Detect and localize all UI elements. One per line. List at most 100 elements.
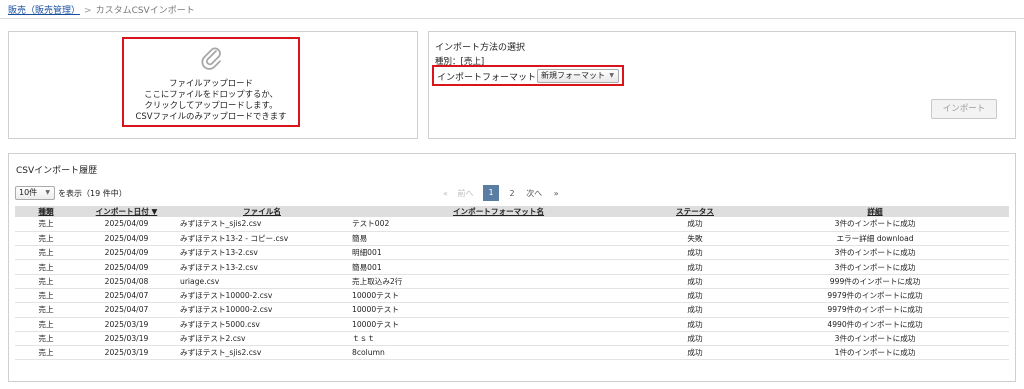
- cell-status: 成功: [649, 317, 741, 332]
- cell-date: 2025/04/07: [77, 302, 176, 318]
- cell-detail: 3件のインポートに成功: [741, 245, 1009, 261]
- import-method-title: インポート方法の選択: [435, 43, 526, 53]
- cell-date: 2025/04/09: [77, 231, 176, 247]
- cell-type: 売上: [15, 245, 77, 261]
- import-history-panel: CSVインポート履歴 10件 ▼ を表示（19 件中） « 前へ 1 2 次へ » …: [8, 153, 1016, 382]
- cell-filename: みずほテスト_sjis2.csv: [176, 217, 348, 232]
- cell-date: 2025/03/19: [77, 317, 176, 332]
- cell-format: 簡易001: [348, 259, 649, 275]
- cell-date: 2025/04/09: [77, 245, 176, 261]
- cell-format: 明細001: [348, 245, 649, 261]
- format-selector-group: インポートフォーマット： 新規フォーマット ▼: [432, 65, 624, 86]
- table-row: 売上 2025/04/07 みずほテスト10000-2.csv 10000テスト 成功 9…: [15, 288, 1009, 304]
- cell-format: 売上取込み2行: [348, 274, 649, 289]
- pager-page-1[interactable]: 1: [483, 185, 499, 201]
- paperclip-icon: [201, 47, 221, 70]
- cell-detail: 3件のインポートに成功: [741, 259, 1009, 275]
- dropdown-caret-icon: ▼: [45, 189, 50, 196]
- import-button[interactable]: インポート: [931, 99, 997, 119]
- cell-filename: みずほテスト2.csv: [176, 331, 348, 347]
- table-row: 売上 2025/04/09 みずほテスト13-2 - コピー.csv 簡易 失敗 エラー詳…: [15, 231, 1009, 247]
- cell-status: 成功: [649, 274, 741, 289]
- cell-format: 10000テスト: [348, 317, 649, 332]
- cell-status: 成功: [649, 331, 741, 347]
- cell-type: 売上: [15, 274, 77, 289]
- dropdown-caret-icon: ▼: [609, 72, 614, 79]
- cell-detail: 9979件のインポートに成功: [741, 288, 1009, 304]
- cell-filename: みずほテスト10000-2.csv: [176, 302, 348, 318]
- cell-status: 成功: [649, 217, 741, 232]
- table-row: 売上 2025/03/19 みずほテスト5000.csv 10000テスト 成功 4990…: [15, 317, 1009, 332]
- cell-type: 売上: [15, 302, 77, 318]
- cell-detail: 4990件のインポートに成功: [741, 317, 1009, 332]
- pager-prev: 前へ: [457, 188, 474, 198]
- breadcrumb-current: カスタムCSVインポート: [95, 6, 195, 16]
- cell-status: 失敗: [649, 231, 741, 247]
- table-row: 売上 2025/04/09 みずほテスト13-2.csv 明細001 成功 3件のインポー…: [15, 245, 1009, 261]
- cell-filename: みずほテスト_sjis2.csv: [176, 345, 348, 361]
- breadcrumb: 販売（販売管理） > カスタムCSVインポート: [8, 3, 195, 16]
- format-select[interactable]: 新規フォーマット ▼: [537, 69, 619, 83]
- cell-detail[interactable]: エラー詳細 download: [741, 231, 1009, 247]
- cell-type: 売上: [15, 217, 77, 232]
- upload-panel: ファイルアップロード ここにファイルをドロップするか、 クリックしてアップロード…: [8, 31, 418, 139]
- column-header-status[interactable]: ステータス: [649, 206, 741, 217]
- cell-format: 8column: [348, 345, 649, 361]
- column-header-format[interactable]: インポートフォーマット名: [348, 206, 649, 217]
- import-method-panel: インポート方法の選択 種別：[売上] インポートフォーマット： 新規フォーマット…: [428, 31, 1016, 139]
- table-row: 売上 2025/03/19 みずほテスト_sjis2.csv 8column 成功 1件の…: [15, 345, 1009, 361]
- breadcrumb-root-link[interactable]: 販売（販売管理）: [8, 6, 80, 16]
- cell-filename: みずほテスト13-2.csv: [176, 259, 348, 275]
- table-row: 売上 2025/04/07 みずほテスト10000-2.csv 10000テスト 成功 9…: [15, 302, 1009, 318]
- pager-next[interactable]: 次へ: [526, 188, 542, 199]
- column-header-detail[interactable]: 詳細: [741, 206, 1009, 217]
- table-row: 売上 2025/03/19 みずほテスト2.csv ｔｓｔ 成功 3件のインポートに成功: [15, 331, 1009, 347]
- cell-detail: 3件のインポートに成功: [741, 217, 1009, 232]
- table-row: 売上 2025/04/08 uriage.csv 売上取込み2行 成功 999件のインポー…: [15, 274, 1009, 289]
- cell-type: 売上: [15, 331, 77, 347]
- cell-detail: 9979件のインポートに成功: [741, 302, 1009, 318]
- pager-first: «: [443, 188, 448, 198]
- per-page-select[interactable]: 10件 ▼: [15, 186, 55, 200]
- cell-type: 売上: [15, 231, 77, 247]
- cell-format: テスト002: [348, 217, 649, 232]
- history-table: 種類 インポート日付 ▼ ファイル名 インポートフォーマット名 ステータス 詳細…: [15, 206, 1009, 361]
- pager-page-2[interactable]: 2: [510, 189, 515, 198]
- pagination: « 前へ 1 2 次へ »: [443, 185, 568, 201]
- cell-detail: 3件のインポートに成功: [741, 331, 1009, 347]
- cell-status: 成功: [649, 259, 741, 275]
- cell-filename: みずほテスト13-2 - コピー.csv: [176, 231, 348, 247]
- table-row: 売上 2025/04/09 みずほテスト_sjis2.csv テスト002 成功 3件のイ…: [15, 217, 1009, 232]
- cell-status: 成功: [649, 245, 741, 261]
- cell-date: 2025/04/07: [77, 288, 176, 304]
- per-page-value: 10件: [19, 188, 38, 197]
- per-page-control: 10件 ▼ を表示（19 件中）: [15, 186, 127, 200]
- cell-filename: uriage.csv: [176, 274, 348, 289]
- breadcrumb-separator: >: [84, 6, 92, 16]
- table-row: 売上 2025/04/09 みずほテスト13-2.csv 簡易001 成功 3件のインポー…: [15, 259, 1009, 275]
- table-header-row: 種類 インポート日付 ▼ ファイル名 インポートフォーマット名 ステータス 詳細: [15, 206, 1009, 217]
- cell-date: 2025/04/09: [77, 259, 176, 275]
- column-header-type[interactable]: 種類: [15, 206, 77, 217]
- format-label: インポートフォーマット：: [437, 73, 546, 83]
- cell-format: ｔｓｔ: [348, 331, 649, 347]
- column-header-date[interactable]: インポート日付 ▼: [77, 206, 176, 217]
- upload-instruction-3: CSVファイルのみアップロードできます: [135, 111, 287, 121]
- column-header-filename[interactable]: ファイル名: [176, 206, 348, 217]
- upload-title: ファイルアップロード: [169, 78, 253, 88]
- file-drop-zone[interactable]: ファイルアップロード ここにファイルをドロップするか、 クリックしてアップロード…: [122, 37, 300, 127]
- cell-filename: みずほテスト10000-2.csv: [176, 288, 348, 304]
- cell-filename: みずほテスト13-2.csv: [176, 245, 348, 261]
- cell-date: 2025/03/19: [77, 331, 176, 347]
- cell-format: 簡易: [348, 231, 649, 247]
- header-divider: [0, 18, 1024, 19]
- pager-last[interactable]: »: [554, 189, 559, 198]
- format-select-value: 新規フォーマット: [541, 71, 605, 80]
- cell-detail: 999件のインポートに成功: [741, 274, 1009, 289]
- cell-status: 成功: [649, 288, 741, 304]
- cell-date: 2025/03/19: [77, 345, 176, 361]
- cell-type: 売上: [15, 288, 77, 304]
- cell-date: 2025/04/09: [77, 217, 176, 232]
- history-title: CSVインポート履歴: [16, 166, 98, 176]
- cell-filename: みずほテスト5000.csv: [176, 317, 348, 332]
